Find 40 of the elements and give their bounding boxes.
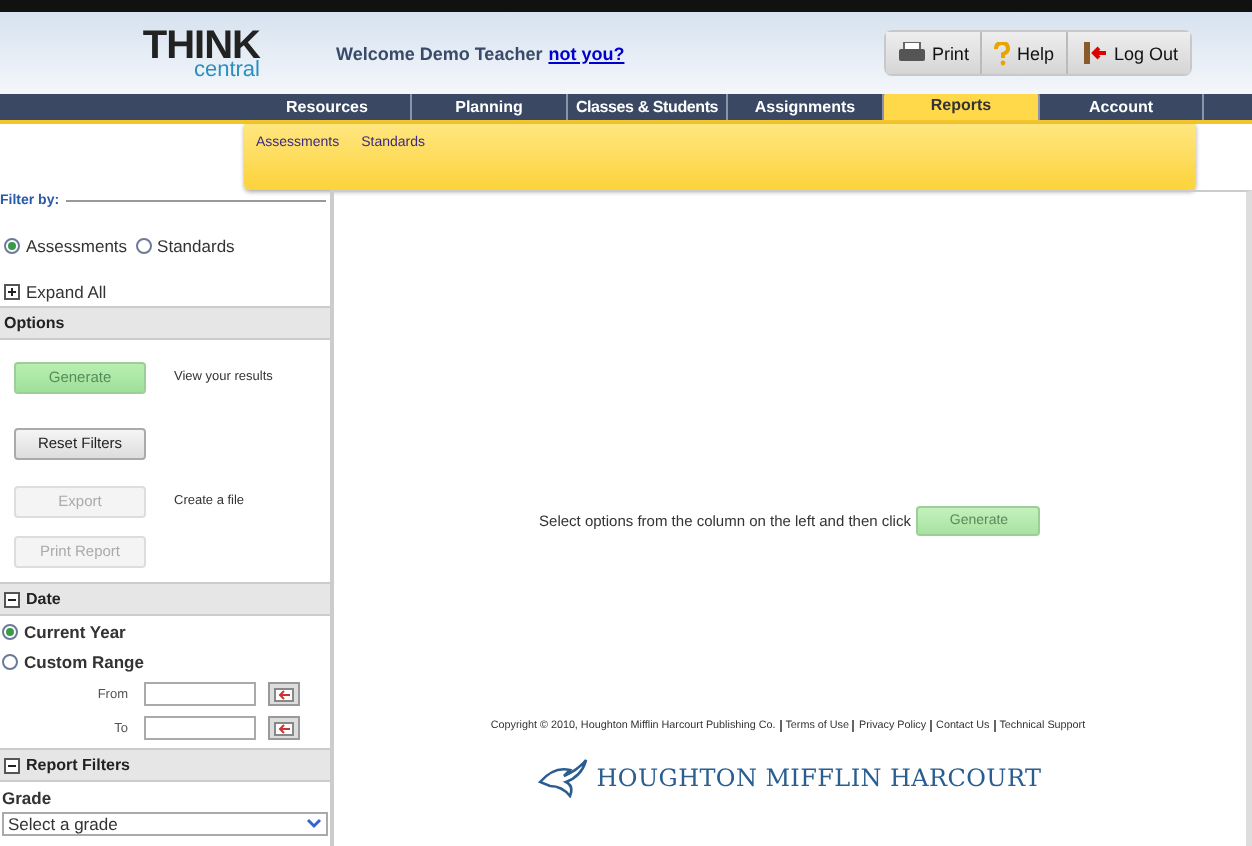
section-title: Date [26,590,61,608]
printer-icon [897,42,926,64]
not-you-link[interactable]: not you? [548,43,625,63]
collapse-icon[interactable] [4,591,20,607]
chevron-icon [306,818,322,830]
nav-tab[interactable]: Planning [412,94,568,120]
radio-label: Standards [157,236,235,256]
print-button[interactable]: Print [885,32,983,74]
section-title: Options [4,314,65,332]
nav-tab[interactable]: Resources [244,94,412,120]
expand-icon[interactable] [4,284,20,300]
field-label: Grade [0,786,54,812]
radio-button[interactable] [135,238,152,254]
section-header[interactable]: Report Filters [0,748,330,782]
radio-button[interactable] [2,654,18,670]
question-icon [994,41,1011,65]
collapse-icon[interactable] [4,757,20,773]
radio-label: Custom Range [24,652,144,672]
calendar-icon [274,687,294,701]
radio-button[interactable] [4,238,20,254]
calendar-button[interactable] [268,682,300,706]
exit-arrow-icon [1079,40,1108,66]
calendar-icon [274,721,294,735]
calendar-button[interactable] [268,716,300,740]
nav-tab[interactable]: Account [1040,94,1204,120]
help-button[interactable]: Help [982,32,1068,74]
radio-button[interactable] [2,624,18,640]
expand-all-link[interactable]: Expand All [26,282,107,302]
section-title: Report Filters [26,756,131,774]
grade-dropdown[interactable]: Select a grade [2,812,328,836]
date-field[interactable] [144,682,256,706]
radio-label: Current Year [24,622,126,642]
welcome-text: Welcome Demo Teacher [336,43,543,63]
logo: THINK central [140,25,260,81]
section-header[interactable]: Date [0,582,330,616]
radio-label: Assessments [26,236,128,256]
nav-tab[interactable]: Classes & Students [568,94,728,120]
date-field[interactable] [144,716,256,740]
logout-button[interactable]: Log Out [1067,32,1190,74]
brand-logo: HOUGHTON MIFFLIN HARCOURT [538,758,1042,798]
